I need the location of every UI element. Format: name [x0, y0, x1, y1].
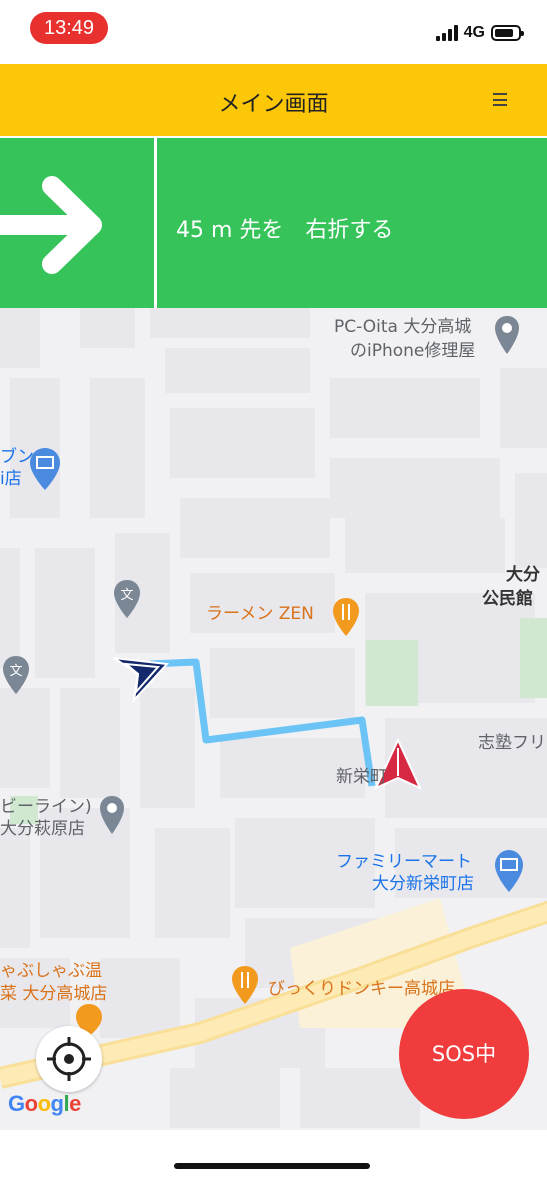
poi-label-pc-oita-sub[interactable]: のiPhone修理屋	[350, 340, 475, 363]
poi-label-hagiwara[interactable]: 大分萩原店	[0, 818, 85, 841]
poi-label-bikkuri-donkey[interactable]: びっくりドンキー高城店	[268, 978, 455, 1001]
app-header: メイン画面	[0, 64, 547, 136]
convenience-store-pin-icon	[495, 850, 523, 892]
battery-icon	[491, 25, 524, 41]
right-arrow-icon	[0, 176, 102, 274]
banner-divider	[154, 138, 157, 308]
poi-label-line-store[interactable]: ビーライン)	[0, 796, 92, 819]
google-logo: Google	[8, 1091, 81, 1116]
hamburger-menu-icon[interactable]	[493, 93, 507, 106]
poi-label-pc-oita[interactable]: PC-Oita 大分高城	[334, 316, 471, 339]
turn-instruction: 45 m 先を 右折する	[176, 218, 394, 243]
direction-panel	[0, 138, 154, 308]
navigation-banner: 45 m 先を 右折する	[0, 136, 547, 308]
poi-label-shijuku[interactable]: 志塾フリ	[478, 732, 546, 755]
signal-icon	[435, 25, 458, 41]
status-time: 13:49	[30, 12, 108, 44]
battery-level	[495, 29, 513, 37]
poi-label-familymart[interactable]: ファミリーマート	[336, 851, 472, 874]
network-type: 4G	[463, 24, 485, 41]
status-bar: 13:49 4G	[0, 0, 547, 64]
poi-label-familymart-sub[interactable]: 大分新栄町店	[372, 873, 474, 896]
poi-label-shabushabu-sub[interactable]: 菜 大分高城店	[0, 983, 107, 1006]
restaurant-pin-icon	[232, 966, 258, 1004]
sos-button[interactable]: SOS中	[399, 989, 529, 1119]
crosshair-icon	[47, 1037, 91, 1081]
page-title: メイン画面	[218, 92, 329, 117]
poi-label-ramen-zen[interactable]: ラーメン ZEN	[206, 603, 314, 626]
poi-label-oita[interactable]: 大分	[506, 564, 540, 587]
home-indicator[interactable]	[174, 1163, 370, 1169]
svg-text:文: 文	[120, 588, 133, 603]
map-view[interactable]: 文 文 PC-Oita 大分高城 のiPhone修理屋 ブン i店 ラーメン Z…	[0, 308, 547, 1130]
poi-label-convenience-left-sub[interactable]: i店	[0, 468, 22, 491]
school-pin-icon: 文	[114, 580, 140, 618]
location-pin-icon	[100, 796, 124, 834]
school-pin-icon: 文	[3, 656, 29, 694]
navigation-arrow-icon	[113, 657, 170, 704]
poi-label-convenience-left[interactable]: ブン	[0, 446, 34, 469]
locate-me-button[interactable]	[36, 1026, 102, 1092]
svg-text:文: 文	[9, 664, 22, 679]
area-label-shinsakae: 新栄町	[336, 767, 387, 787]
bottom-bar	[0, 1130, 547, 1181]
location-pin-icon	[495, 316, 519, 354]
status-indicators: 4G	[435, 22, 524, 44]
restaurant-pin-icon	[333, 598, 359, 636]
poi-label-community-hall[interactable]: 公民館	[482, 588, 533, 611]
poi-label-shabushabu[interactable]: ゃぶしゃぶ温	[0, 960, 102, 983]
